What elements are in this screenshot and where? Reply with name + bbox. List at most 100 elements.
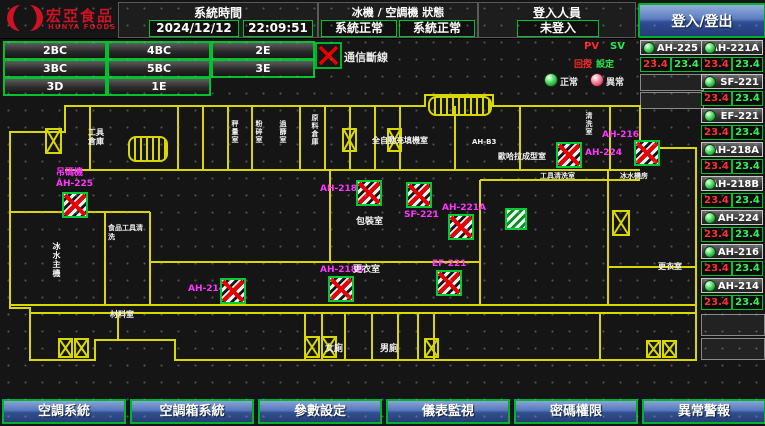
ahu-status-value: 系統正常	[399, 20, 475, 37]
map-unit-label-sf221: SF-221	[404, 210, 439, 220]
room-label: 清洗室	[584, 112, 593, 136]
unit-cell-ah224[interactable]: AH-224	[701, 210, 763, 225]
unit-led-icon	[704, 280, 716, 292]
room-label: 男廁	[380, 345, 398, 354]
floor-button-3bc[interactable]: 3BC	[3, 59, 107, 78]
unit-sv-value: 23.4	[732, 295, 763, 310]
ahu-icon-ah218b[interactable]	[328, 276, 354, 302]
normal-label: 正常	[560, 75, 578, 88]
shaft-icon	[646, 340, 661, 358]
empty-cell	[701, 338, 765, 360]
footer-button-alarm[interactable]: 異常警報	[642, 399, 765, 424]
room-label: 更衣室	[353, 266, 380, 275]
map-unit-label-ah216: AH-216	[602, 130, 639, 140]
stairs-icon	[128, 136, 168, 162]
room-label: 女廁	[325, 345, 343, 354]
system-time-label: 系統時間	[119, 4, 317, 21]
empty-cell	[701, 314, 765, 336]
machine-status-section: 冰機 / 空調機 狀態 系統正常 系統正常	[318, 2, 478, 38]
sv-label: SV	[610, 41, 625, 52]
unit-cell-ah221a[interactable]: AH-221A	[701, 40, 763, 55]
room-label: 更衣室	[658, 262, 682, 271]
comm-loss-icon	[315, 42, 342, 69]
floor-button-2bc[interactable]: 2BC	[3, 41, 107, 60]
login-label: 登入人員	[479, 4, 635, 21]
room-label: 食品工具清洗	[108, 224, 144, 242]
unit-pv-value: 23.4	[701, 91, 732, 106]
abnormal-led-icon	[590, 73, 604, 87]
ahu-icon-normal[interactable]	[505, 208, 527, 230]
ahu-icon-ah224[interactable]	[556, 142, 582, 168]
shaft-icon	[304, 336, 320, 358]
floor-button-3e[interactable]: 3E	[211, 59, 315, 78]
unit-sv-value: 23.4	[732, 193, 763, 208]
ahu-icon-ah216[interactable]	[634, 140, 660, 166]
ahu-icon-ah218a[interactable]	[356, 180, 382, 206]
ahu-icon-sf221[interactable]	[406, 182, 432, 208]
ahu-icon-ef221[interactable]	[436, 270, 462, 296]
unit-pv-value: 23.4	[701, 57, 732, 72]
shaft-icon	[74, 338, 89, 358]
unit-cell-ah216[interactable]: AH-216	[701, 244, 763, 259]
floor-button-4bc[interactable]: 4BC	[107, 41, 211, 60]
unit-led-icon	[704, 144, 716, 156]
footer-button-meter-monitor[interactable]: 儀表監視	[386, 399, 510, 424]
unit-cell-ah214[interactable]: AH-214	[701, 278, 763, 293]
sv-name-label: 設定	[596, 57, 614, 70]
system-time-section: 系統時間 2024/12/12 22:09:51	[118, 2, 318, 38]
room-label: 材料室	[110, 310, 134, 319]
room-label: 歐哈拉成型室	[498, 152, 546, 161]
room-label: 原料倉庫	[310, 114, 319, 146]
unit-sv-value: 23.4	[732, 159, 763, 174]
unit-name: AH-216	[718, 247, 759, 258]
shaft-icon	[45, 128, 62, 154]
unit-cell-ah225[interactable]: AH-225	[640, 40, 702, 55]
footer-button-ahu-system[interactable]: 空調箱系統	[130, 399, 254, 424]
unit-pv-value: 23.4	[701, 261, 732, 276]
empty-cell	[640, 74, 704, 91]
unit-cell-ef221[interactable]: EF-221	[701, 108, 763, 123]
room-label: 包裝室	[356, 218, 383, 227]
unit-name: AH-218A	[710, 145, 759, 156]
ahu-icon-ah221a[interactable]	[448, 214, 474, 240]
unit-pv-value: 23.4	[640, 57, 671, 72]
normal-led-icon	[544, 73, 558, 87]
ahu-icon-ah225[interactable]	[62, 192, 88, 218]
unit-cell-ah218a[interactable]: AH-218A	[701, 142, 763, 157]
unit-sv-value: 23.4	[732, 227, 763, 242]
company-name-en: HUNYA FOODS	[48, 23, 116, 31]
room-label: 冰水機房	[620, 172, 648, 181]
unit-led-icon	[704, 178, 716, 190]
unit-name: SF-221	[720, 77, 759, 88]
footer-button-password[interactable]: 密碼權限	[514, 399, 638, 424]
ahu-icon-ah214[interactable]	[220, 278, 246, 304]
abnormal-label: 異常	[606, 75, 624, 88]
unit-sv-value: 23.4	[732, 91, 763, 106]
floor-button-5bc[interactable]: 5BC	[107, 59, 211, 78]
floor-button-2e[interactable]: 2E	[211, 41, 315, 60]
footer-button-hvac-system[interactable]: 空調系統	[2, 399, 126, 424]
room-label: 全自動充填機室	[372, 136, 428, 145]
map-unit-label-ef221: EF-221	[432, 259, 467, 269]
unit-name: AH-221A	[710, 43, 759, 54]
unit-led-icon	[704, 212, 716, 224]
pv-label: PV	[584, 41, 599, 52]
map-unit-label-ah224: AH-224	[585, 148, 622, 158]
unit-sv-value: 23.4	[732, 125, 763, 140]
footer-button-param-setting[interactable]: 參數設定	[258, 399, 382, 424]
unit-cell-sf221[interactable]: SF-221	[701, 74, 763, 89]
shaft-icon	[424, 338, 439, 358]
unit-pv-value: 23.4	[701, 125, 732, 140]
login-logout-button[interactable]: 登入/登出	[638, 3, 765, 38]
unit-cell-ah218b[interactable]: AH-218B	[701, 176, 763, 191]
machine-status-label: 冰機 / 空調機 狀態	[319, 4, 477, 20]
unit-led-icon	[704, 42, 716, 54]
unit-sv-value: 23.4	[732, 261, 763, 276]
stairs-icon	[428, 96, 492, 116]
shaft-icon	[612, 210, 630, 236]
header-bar: 宏亞食品 HUNYA FOODS 系統時間 2024/12/12 22:09:5…	[0, 0, 765, 39]
login-section: 登入人員 未登入	[478, 2, 636, 38]
unit-pv-value: 23.4	[701, 295, 732, 310]
map-unit-sublabel: 吊碼機	[56, 168, 83, 178]
unit-name: AH-224	[718, 213, 759, 224]
